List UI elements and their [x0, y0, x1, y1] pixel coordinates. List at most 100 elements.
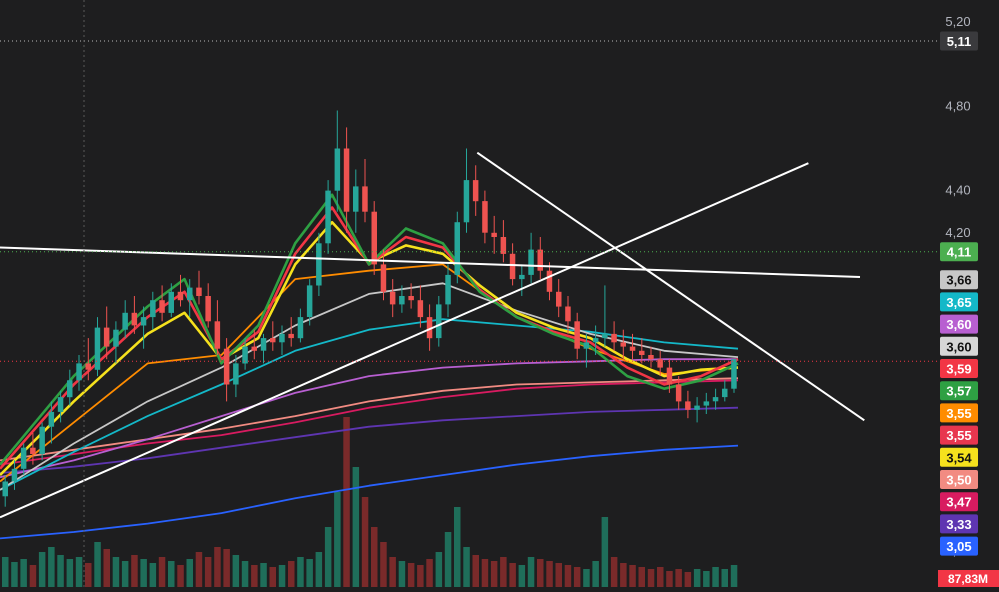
- volume-bar: [407, 563, 415, 587]
- candle-body: [722, 388, 728, 398]
- volume-bar: [297, 557, 304, 587]
- y-axis-tick-label: 4,20: [945, 225, 970, 240]
- chart-background: [0, 0, 999, 587]
- candle-body: [279, 333, 285, 343]
- volume-bar: [537, 559, 544, 587]
- candle-body: [491, 232, 497, 237]
- volume-bar: [20, 559, 27, 587]
- volume-bar: [214, 547, 221, 587]
- volume-bar: [712, 567, 719, 587]
- volume-bar: [573, 567, 581, 587]
- volume-bar: [334, 492, 341, 587]
- volume-bar: [601, 517, 609, 587]
- volume-bar: [647, 569, 655, 587]
- candle-body: [583, 342, 590, 349]
- candle-body: [159, 300, 165, 313]
- candle-body: [648, 355, 654, 360]
- candle-body: [399, 296, 405, 305]
- candle-body: [620, 342, 626, 347]
- price-badge: 3,05: [940, 536, 978, 556]
- volume-bar: [11, 562, 18, 587]
- volume-bar: [592, 561, 599, 587]
- candle-body: [306, 285, 313, 317]
- candle-body: [703, 401, 710, 406]
- current-price-badge: 5,11: [940, 31, 978, 51]
- volume-bar: [463, 547, 470, 587]
- volume-bar: [2, 557, 9, 587]
- candle-body: [270, 338, 276, 343]
- volume-bar: [204, 557, 212, 587]
- price-badge: 3,33: [940, 514, 978, 534]
- volume-bar: [564, 565, 572, 587]
- candle-body: [251, 346, 257, 351]
- price-badge-text: 3,54: [946, 450, 972, 465]
- volume-bar: [66, 559, 74, 587]
- target-price-badge-text: 4,11: [947, 245, 972, 260]
- volume-bar: [260, 563, 267, 587]
- volume-bar: [324, 527, 332, 587]
- volume-bar: [223, 549, 230, 587]
- candle-body: [500, 237, 507, 254]
- chart-svg[interactable]: 5,204,804,404,202,812,695,114,113,663,65…: [0, 0, 999, 587]
- volume-bar: [472, 555, 479, 587]
- candle-body: [297, 317, 304, 339]
- volume-bar: [269, 567, 276, 587]
- candle-body: [353, 186, 359, 212]
- candle-body: [48, 411, 55, 427]
- current-price-badge-text: 5,11: [947, 34, 972, 49]
- candle-body: [519, 274, 525, 280]
- y-axis-tick-label: 5,20: [945, 14, 970, 29]
- volume-bar: [315, 552, 323, 587]
- candle-body: [675, 384, 682, 402]
- candle-body: [694, 405, 700, 410]
- volume-bar: [38, 552, 46, 587]
- candle-body: [389, 291, 396, 305]
- volume-bar: [518, 565, 526, 587]
- volume-bar: [131, 555, 138, 587]
- volume-bar: [730, 565, 738, 587]
- volume-bar: [546, 561, 553, 587]
- volume-badge: 87,83M: [938, 570, 999, 587]
- volume-bar: [251, 565, 258, 587]
- volume-bar: [103, 549, 110, 587]
- candle-body: [214, 321, 221, 349]
- volume-bar: [721, 569, 728, 587]
- volume-bar: [629, 565, 636, 587]
- price-badge: 3,57: [940, 381, 978, 401]
- candle-body: [260, 338, 267, 351]
- volume-bar: [417, 565, 424, 587]
- price-badge: 3,55: [940, 425, 978, 445]
- candle-body: [528, 249, 534, 275]
- candle-body: [629, 346, 636, 351]
- volume-badge-text: 87,83M: [948, 572, 988, 586]
- price-axis[interactable]: 5,204,804,404,202,812,695,114,113,663,65…: [938, 0, 999, 587]
- candle-body: [2, 481, 8, 497]
- candle-body: [380, 264, 387, 292]
- candle-body: [76, 363, 82, 381]
- candle-body: [657, 359, 663, 368]
- price-badge-text: 3,57: [946, 384, 971, 399]
- candle-body: [150, 300, 156, 318]
- volume-bar: [186, 559, 193, 587]
- volume-bar: [288, 561, 295, 587]
- candle-body: [177, 291, 184, 301]
- candle-body: [325, 190, 331, 244]
- volume-bar: [454, 507, 461, 587]
- volume-bar: [666, 571, 673, 587]
- volume-bar: [177, 565, 184, 587]
- y-axis-tick-label: 4,40: [945, 183, 970, 198]
- chart-root[interactable]: 5,204,804,404,202,812,695,114,113,663,65…: [0, 0, 999, 587]
- volume-bar: [112, 557, 120, 587]
- candle-body: [94, 327, 101, 370]
- candle-body: [57, 397, 64, 412]
- candle-body: [546, 270, 553, 292]
- price-badge: 3,66: [940, 270, 978, 290]
- volume-bar: [195, 552, 203, 587]
- candle-body: [417, 300, 424, 318]
- volume-bar: [241, 561, 249, 587]
- candle-body: [685, 401, 691, 410]
- candle-body: [731, 359, 737, 389]
- price-badge-text: 3,33: [946, 517, 971, 532]
- volume-bar: [94, 542, 101, 587]
- target-price-badge: 4,11: [940, 242, 978, 262]
